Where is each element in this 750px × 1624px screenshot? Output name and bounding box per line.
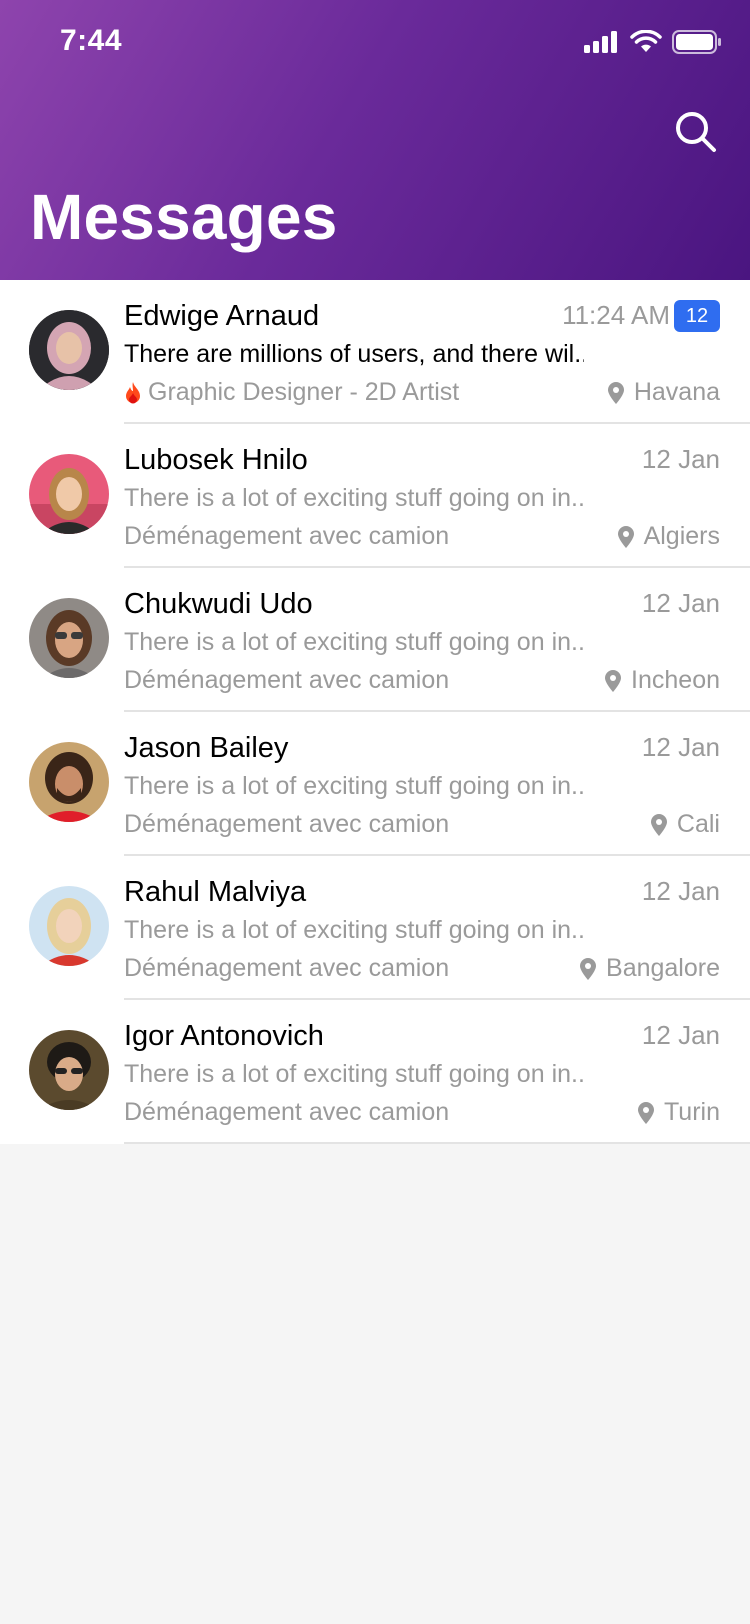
contact-subtitle: Déménagement avec camion <box>124 810 450 838</box>
contact-name: Lubosek Hnilo <box>124 444 308 476</box>
location-text: Cali <box>676 810 720 838</box>
avatar <box>29 886 109 966</box>
location-text: Turin <box>663 1098 720 1126</box>
contact-name: Igor Antonovich <box>124 1020 324 1052</box>
contact-name: Rahul Malviya <box>124 876 307 908</box>
avatar <box>29 1030 109 1110</box>
location-pin-icon <box>580 957 597 980</box>
message-preview: There is a lot of exciting stuff going o… <box>124 772 584 800</box>
message-time: 12 Jan <box>641 444 720 474</box>
message-preview: There is a lot of exciting stuff going o… <box>124 916 584 944</box>
contact-subtitle: Déménagement avec camion <box>124 954 450 982</box>
contact-subtitle: Déménagement avec camion <box>124 666 450 694</box>
location-pin-icon <box>617 525 634 548</box>
contact-location: Turin <box>637 1098 720 1127</box>
location-text: Algiers <box>643 522 720 550</box>
location-pin-icon <box>650 813 667 836</box>
contact-location: Havana <box>607 378 720 407</box>
location-pin-icon <box>607 381 624 404</box>
search-icon <box>676 112 716 152</box>
conversation-row[interactable]: Edwige Arnaud 11:24 AM 12 There are mill… <box>0 280 750 424</box>
location-text: Havana <box>633 378 720 406</box>
message-preview: There is a lot of exciting stuff going o… <box>124 628 584 656</box>
contact-location: Bangalore <box>580 954 720 983</box>
search-button[interactable] <box>672 108 720 156</box>
flame-icon <box>126 381 140 403</box>
signal-icon <box>584 31 617 53</box>
contact-name: Edwige Arnaud <box>124 300 320 332</box>
contact-location: Incheon <box>605 666 720 695</box>
avatar <box>29 742 109 822</box>
location-text: Bangalore <box>606 954 720 982</box>
conversation-row[interactable]: Jason Bailey 12 Jan There is a lot of ex… <box>0 712 750 856</box>
contact-subtitle: Graphic Designer - 2D Artist <box>124 378 459 407</box>
conversation-row[interactable]: Rahul Malviya 12 Jan There is a lot of e… <box>0 856 750 1000</box>
avatar <box>29 598 109 678</box>
message-preview: There are millions of users, and there w… <box>124 340 584 368</box>
battery-icon <box>672 30 721 54</box>
contact-subtitle: Déménagement avec camion <box>124 522 450 550</box>
message-preview: There is a lot of exciting stuff going o… <box>124 484 584 512</box>
header: 7:44 Messages <box>0 0 750 280</box>
contact-name: Jason Bailey <box>124 732 289 764</box>
contact-location: Cali <box>650 810 720 839</box>
divider <box>124 1142 750 1144</box>
message-time: 12 Jan <box>641 588 720 618</box>
location-text: Incheon <box>631 666 720 694</box>
message-preview: There is a lot of exciting stuff going o… <box>124 1060 584 1088</box>
location-pin-icon <box>637 1101 654 1124</box>
conversation-row[interactable]: Chukwudi Udo 12 Jan There is a lot of ex… <box>0 568 750 712</box>
message-time: 12 Jan <box>641 1020 720 1050</box>
contact-subtitle: Déménagement avec camion <box>124 1098 450 1126</box>
conversation-list: Edwige Arnaud 11:24 AM 12 There are mill… <box>0 280 750 1144</box>
wifi-icon <box>630 30 662 52</box>
avatar <box>29 310 109 390</box>
message-time: 12 Jan <box>641 876 720 906</box>
conversation-row[interactable]: Igor Antonovich 12 Jan There is a lot of… <box>0 1000 750 1144</box>
status-time: 7:44 <box>60 24 123 57</box>
contact-subtitle-text: Graphic Designer - 2D Artist <box>148 378 460 406</box>
status-icons <box>584 30 722 54</box>
page-title: Messages <box>30 181 338 253</box>
contact-name: Chukwudi Udo <box>124 588 313 620</box>
location-pin-icon <box>605 669 622 692</box>
conversation-row[interactable]: Lubosek Hnilo 12 Jan There is a lot of e… <box>0 424 750 568</box>
message-time: 11:24 AM <box>562 300 670 330</box>
avatar <box>29 454 109 534</box>
status-bar: 7:44 <box>0 0 750 90</box>
contact-location: Algiers <box>617 522 720 551</box>
unread-badge: 12 <box>674 300 720 332</box>
message-time: 12 Jan <box>641 732 720 762</box>
